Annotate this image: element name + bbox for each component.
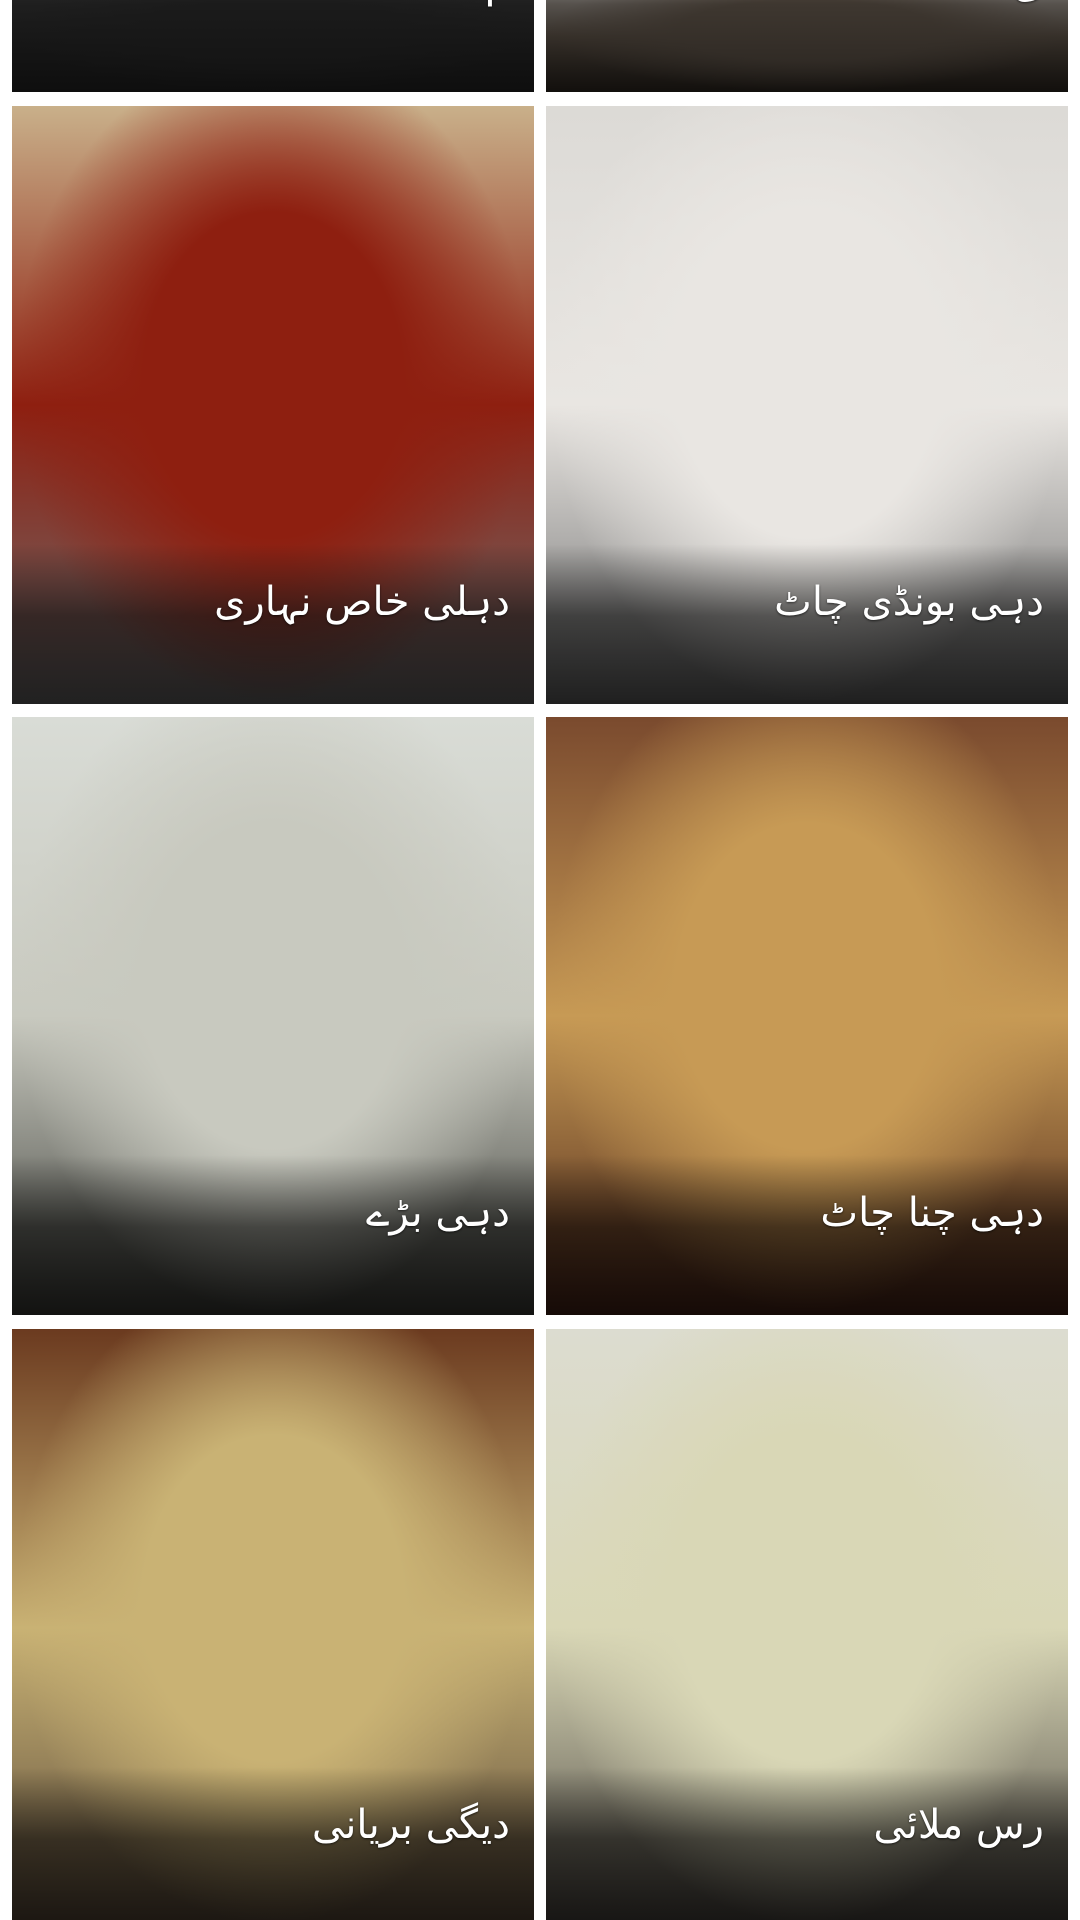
caption-shade xyxy=(12,0,534,92)
caption-shade xyxy=(546,0,1068,92)
recipe-card[interactable]: دہی چنا چاٹ xyxy=(546,717,1068,1315)
recipe-card[interactable]: م xyxy=(12,0,534,92)
recipe-grid: م ی دہلی خاص نہاری دہی بونڈی چاٹ دہی بڑے… xyxy=(0,0,1080,1920)
recipe-title: دہی بونڈی چاٹ xyxy=(774,579,1044,625)
recipe-card[interactable]: دہلی خاص نہاری xyxy=(12,106,534,704)
recipe-title: دہی بڑے xyxy=(366,1190,510,1236)
recipe-card[interactable]: دہی بونڈی چاٹ xyxy=(546,106,1068,704)
recipe-title: دہی چنا چاٹ xyxy=(820,1190,1044,1236)
recipe-card[interactable]: دیگی بریانی xyxy=(12,1329,534,1920)
recipe-title: م xyxy=(485,0,510,4)
recipe-title: دیگی بریانی xyxy=(311,1802,510,1848)
recipe-title: دہلی خاص نہاری xyxy=(214,579,510,625)
recipe-card[interactable]: رس ملائی xyxy=(546,1329,1068,1920)
recipe-card[interactable]: دہی بڑے xyxy=(12,717,534,1315)
recipe-title: ی xyxy=(1013,0,1044,4)
recipe-title: رس ملائی xyxy=(873,1802,1044,1848)
recipe-card[interactable]: ی xyxy=(546,0,1068,92)
